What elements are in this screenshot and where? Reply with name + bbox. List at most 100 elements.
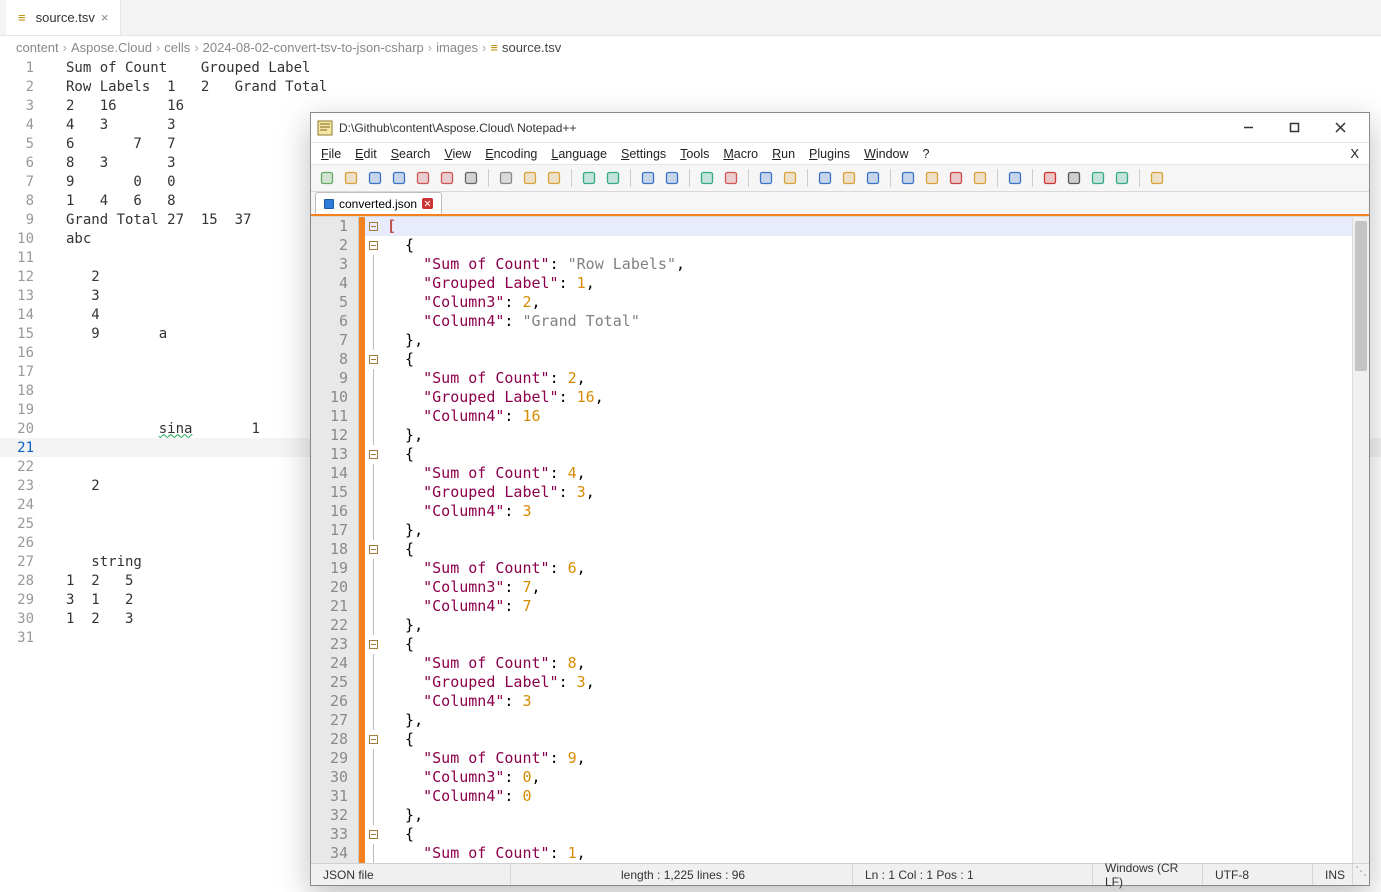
fold-gutter[interactable] [365,274,381,293]
menu-view[interactable]: View [444,147,471,161]
print-icon[interactable] [461,168,481,188]
fold-gutter[interactable] [365,369,381,388]
copy-icon[interactable] [520,168,540,188]
maximize-button[interactable] [1271,113,1317,143]
show-all-icon[interactable] [839,168,859,188]
play-icon[interactable] [1088,168,1108,188]
breadcrumb-item[interactable]: images [436,40,478,55]
zoom-out-icon[interactable] [721,168,741,188]
find-icon[interactable] [638,168,658,188]
code-line[interactable]: 8 { [311,350,1369,369]
minimize-button[interactable] [1225,113,1271,143]
code-line[interactable]: 6 "Column4": "Grand Total" [311,312,1369,331]
status-insert-mode[interactable]: INS [1313,864,1353,885]
fold-gutter[interactable] [365,388,381,407]
fold-gutter[interactable] [365,540,381,559]
code-line[interactable]: 16 "Column4": 3 [311,502,1369,521]
save-all-icon[interactable] [389,168,409,188]
code-line[interactable]: 5 "Column3": 2, [311,293,1369,312]
paste-icon[interactable] [544,168,564,188]
breadcrumb-item[interactable]: 2024-08-02-convert-tsv-to-json-csharp [203,40,424,55]
editor-line[interactable]: 2Row Labels 1 2 Grand Total [0,77,1381,96]
fold-gutter[interactable] [365,426,381,445]
vertical-scrollbar[interactable] [1352,217,1369,863]
code-line[interactable]: 24 "Sum of Count": 8, [311,654,1369,673]
code-line[interactable]: 29 "Sum of Count": 9, [311,749,1369,768]
menu-window[interactable]: Window [864,147,908,161]
eye-icon[interactable] [1005,168,1025,188]
fold-gutter[interactable] [365,445,381,464]
code-line[interactable]: 2 { [311,236,1369,255]
menu-plugins[interactable]: Plugins [809,147,850,161]
stop-icon[interactable] [1064,168,1084,188]
unfold-icon[interactable] [922,168,942,188]
code-line[interactable]: 34 "Sum of Count": 1, [311,844,1369,863]
hide-icon[interactable] [946,168,966,188]
breadcrumb-item[interactable]: content [16,40,59,55]
fold-gutter[interactable] [365,730,381,749]
fold-gutter[interactable] [365,217,381,236]
code-line[interactable]: 17 }, [311,521,1369,540]
code-line[interactable]: 22 }, [311,616,1369,635]
sync-icon[interactable] [756,168,776,188]
menu-encoding[interactable]: Encoding [485,147,537,161]
fold-gutter[interactable] [365,293,381,312]
fold-collapse-icon[interactable] [369,735,378,744]
fold-icon[interactable] [898,168,918,188]
zoom-in-icon[interactable] [697,168,717,188]
fold-collapse-icon[interactable] [369,545,378,554]
code-line[interactable]: 28 { [311,730,1369,749]
menu-close-pane-icon[interactable]: X [1350,146,1359,161]
editor-line[interactable]: 1Sum of Count Grouped Label [0,58,1381,77]
titlebar[interactable]: D:\Github\content\Aspose.Cloud\ Notepad+… [311,113,1369,143]
code-line[interactable]: 18 { [311,540,1369,559]
tab-close-icon[interactable]: × [101,10,109,25]
fold-gutter[interactable] [365,350,381,369]
fold-gutter[interactable] [365,635,381,654]
code-line[interactable]: 19 "Sum of Count": 6, [311,559,1369,578]
close-button[interactable] [1317,113,1363,143]
undo-icon[interactable] [579,168,599,188]
close-all-icon[interactable] [437,168,457,188]
fold-gutter[interactable] [365,464,381,483]
fold-gutter[interactable] [365,749,381,768]
new-icon[interactable] [317,168,337,188]
fold-gutter[interactable] [365,673,381,692]
menu-edit[interactable]: Edit [355,147,377,161]
fold-gutter[interactable] [365,521,381,540]
fold-gutter[interactable] [365,825,381,844]
code-line[interactable]: 3 "Sum of Count": "Row Labels", [311,255,1369,274]
code-line[interactable]: 14 "Sum of Count": 4, [311,464,1369,483]
code-line[interactable]: 1[ [311,217,1369,236]
code-line[interactable]: 31 "Column4": 0 [311,787,1369,806]
menu-language[interactable]: Language [551,147,607,161]
code-line[interactable]: 7 }, [311,331,1369,350]
fold-gutter[interactable] [365,844,381,863]
settings-icon[interactable] [1147,168,1167,188]
scrollbar-thumb[interactable] [1355,221,1367,371]
editor-area[interactable]: 1[2 {3 "Sum of Count": "Row Labels",4 "G… [311,216,1369,863]
fold-collapse-icon[interactable] [369,355,378,364]
code-line[interactable]: 20 "Column3": 7, [311,578,1369,597]
code-line[interactable]: 23 { [311,635,1369,654]
fold-gutter[interactable] [365,654,381,673]
code-line[interactable]: 12 }, [311,426,1369,445]
code-line[interactable]: 30 "Column3": 0, [311,768,1369,787]
code-line[interactable]: 15 "Grouped Label": 3, [311,483,1369,502]
menu-macro[interactable]: Macro [723,147,758,161]
fold-gutter[interactable] [365,692,381,711]
breadcrumb[interactable]: content › Aspose.Cloud › cells › 2024-08… [0,36,1381,58]
record-icon[interactable] [1040,168,1060,188]
fold-collapse-icon[interactable] [369,241,378,250]
fold-gutter[interactable] [365,616,381,635]
code-line[interactable]: 25 "Grouped Label": 3, [311,673,1369,692]
fold-collapse-icon[interactable] [369,222,378,231]
open-icon[interactable] [341,168,361,188]
fold-gutter[interactable] [365,483,381,502]
close-icon[interactable] [413,168,433,188]
status-encoding[interactable]: UTF-8 [1203,864,1313,885]
save-icon[interactable] [365,168,385,188]
vscode-tab-source-tsv[interactable]: source.tsv × [6,0,121,35]
breadcrumb-item[interactable]: source.tsv [490,40,561,55]
fold-collapse-icon[interactable] [369,640,378,649]
